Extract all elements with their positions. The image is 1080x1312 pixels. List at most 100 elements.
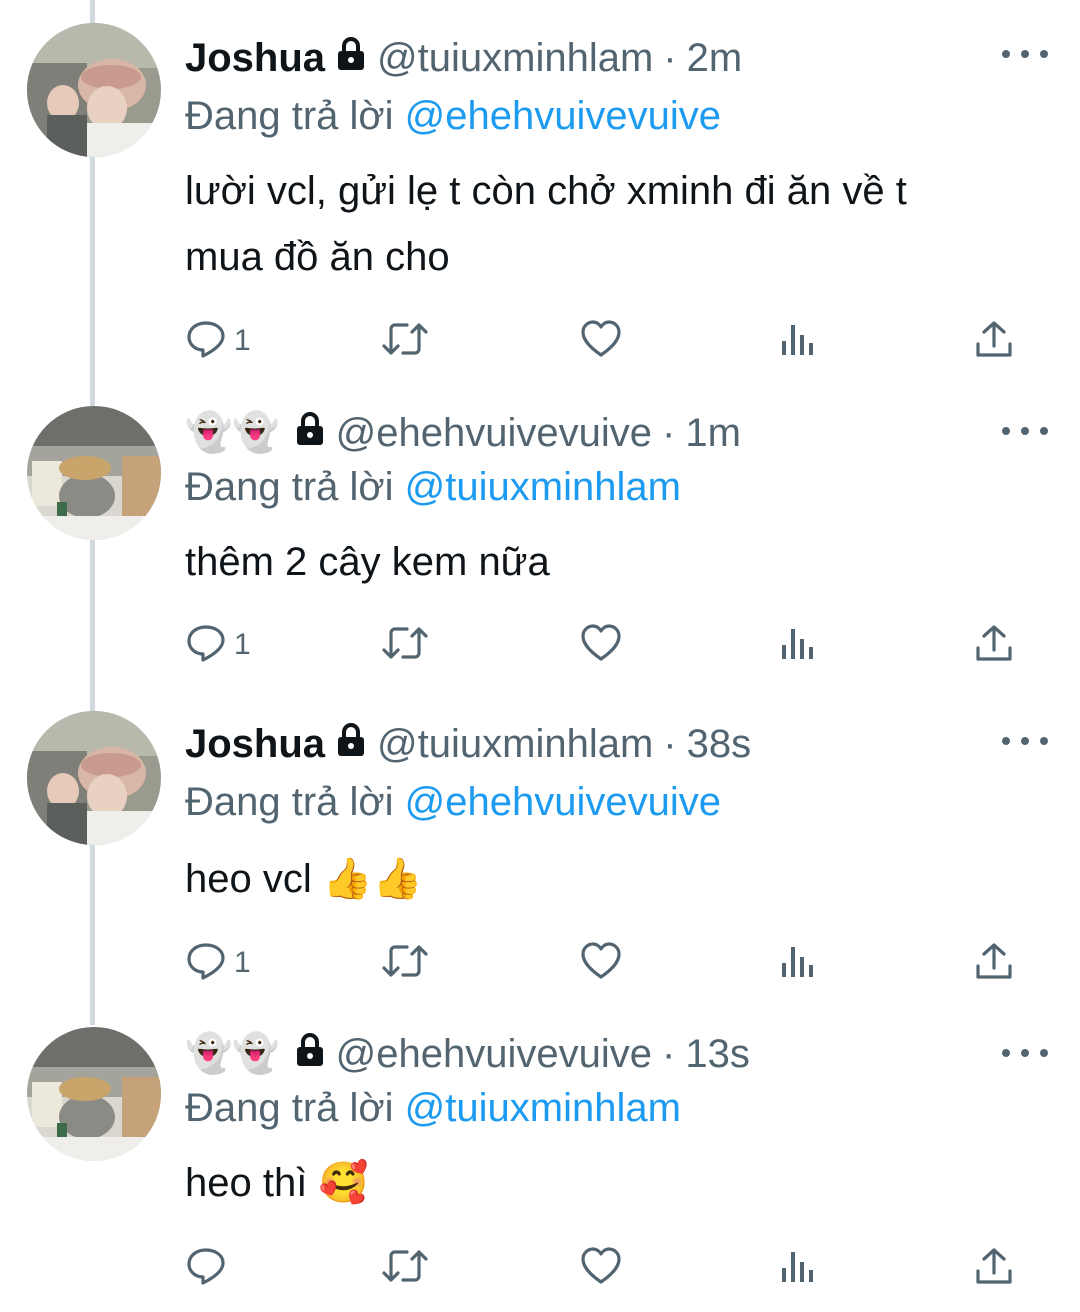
- avatar[interactable]: [27, 1027, 161, 1161]
- tweet-header: 👻👻 @ehehvuivevuive · 13s: [185, 1030, 750, 1078]
- handle[interactable]: @ehehvuivevuive: [336, 411, 652, 456]
- views-button[interactable]: [778, 938, 818, 988]
- share-icon: [974, 941, 1014, 986]
- tweet-text-line: heo thì 🥰: [185, 1161, 369, 1205]
- replying-mention[interactable]: @tuiuxminhlam: [405, 1086, 681, 1130]
- views-icon: [778, 623, 818, 668]
- more-icon[interactable]: [1002, 731, 1048, 751]
- lock-icon: [335, 36, 367, 81]
- heart-icon: [580, 623, 622, 668]
- tweet-header: Joshua @tuiuxminhlam · 2m: [185, 34, 742, 82]
- avatar[interactable]: [27, 406, 161, 540]
- share-button[interactable]: [974, 316, 1014, 366]
- display-name[interactable]: Joshua: [185, 36, 325, 81]
- tweet-text: lười vcl, gửi lẹ t còn chở xminh đi ăn v…: [185, 158, 1005, 290]
- avatar[interactable]: [27, 23, 161, 157]
- reply-button[interactable]: 1: [186, 316, 251, 366]
- replying-mention[interactable]: @ehehvuivevuive: [405, 94, 721, 138]
- handle[interactable]: @ehehvuivevuive: [336, 1032, 652, 1077]
- share-icon: [974, 623, 1014, 668]
- reply-count: 1: [234, 628, 251, 661]
- reply-button[interactable]: 1: [186, 620, 251, 670]
- lock-icon: [294, 411, 326, 456]
- retweet-button[interactable]: [382, 316, 428, 366]
- action-bar: 1: [0, 620, 1080, 670]
- more-icon[interactable]: [1002, 421, 1048, 441]
- tweet-text-line: thêm 2 cây kem nữa: [185, 540, 550, 584]
- views-button[interactable]: [778, 620, 818, 670]
- reply-icon: [186, 1246, 226, 1291]
- tweet-text: thêm 2 cây kem nữa: [185, 529, 1005, 595]
- handle[interactable]: @tuiuxminhlam: [377, 36, 653, 81]
- like-button[interactable]: [580, 316, 622, 366]
- more-icon[interactable]: [1002, 44, 1048, 64]
- replying-to: Đang trả lời @ehehvuivevuive: [185, 94, 721, 139]
- share-icon: [974, 1246, 1014, 1291]
- reply-icon: [186, 623, 226, 668]
- action-bar: 1: [0, 316, 1080, 366]
- separator-dot: ·: [663, 721, 677, 766]
- reply-count: 1: [234, 946, 251, 979]
- handle[interactable]: @tuiuxminhlam: [377, 722, 653, 767]
- tweet-text-line: heo vcl 👍👍: [185, 857, 423, 901]
- heart-icon: [580, 941, 622, 986]
- avatar[interactable]: [27, 711, 161, 845]
- like-button[interactable]: [580, 938, 622, 988]
- replying-label: Đang trả lời: [185, 465, 394, 509]
- reply-icon: [186, 941, 226, 986]
- reply-button[interactable]: [186, 1243, 234, 1293]
- views-icon: [778, 941, 818, 986]
- replying-label: Đang trả lời: [185, 94, 394, 138]
- views-button[interactable]: [778, 1243, 818, 1293]
- replying-mention[interactable]: @ehehvuivevuive: [405, 780, 721, 824]
- share-button[interactable]: [974, 620, 1014, 670]
- views-icon: [778, 1246, 818, 1291]
- timestamp[interactable]: 13s: [685, 1032, 750, 1077]
- tweet-text-line: lười vcl, gửi lẹ t còn chở xminh đi ăn v…: [185, 169, 907, 213]
- like-button[interactable]: [580, 620, 622, 670]
- tweet-text: heo thì 🥰: [185, 1150, 1005, 1216]
- retweet-button[interactable]: [382, 1243, 428, 1293]
- ghost-emoji: 👻👻: [185, 412, 280, 454]
- retweet-icon: [382, 623, 428, 668]
- replying-to: Đang trả lời @ehehvuivevuive: [185, 780, 721, 825]
- timestamp[interactable]: 38s: [687, 722, 752, 767]
- share-icon: [974, 319, 1014, 364]
- like-button[interactable]: [580, 1243, 622, 1293]
- retweet-icon: [382, 1246, 428, 1291]
- share-button[interactable]: [974, 938, 1014, 988]
- heart-icon: [580, 1246, 622, 1291]
- replying-to: Đang trả lời @tuiuxminhlam: [185, 1086, 681, 1131]
- display-name[interactable]: Joshua: [185, 722, 325, 767]
- ghost-emoji: 👻👻: [185, 1033, 280, 1075]
- retweet-icon: [382, 941, 428, 986]
- share-button[interactable]: [974, 1243, 1014, 1293]
- retweet-button[interactable]: [382, 938, 428, 988]
- separator-dot: ·: [662, 1031, 676, 1076]
- tweet-header: Joshua @tuiuxminhlam · 38s: [185, 720, 751, 768]
- tweet-text: heo vcl 👍👍: [185, 846, 1005, 912]
- separator-dot: ·: [663, 35, 677, 80]
- heart-icon: [580, 319, 622, 364]
- views-button[interactable]: [778, 316, 818, 366]
- replying-mention[interactable]: @tuiuxminhlam: [405, 465, 681, 509]
- reply-count: 1: [234, 324, 251, 357]
- reply-button[interactable]: 1: [186, 938, 251, 988]
- lock-icon: [294, 1032, 326, 1077]
- action-bar: [0, 1243, 1080, 1293]
- replying-label: Đang trả lời: [185, 1086, 394, 1130]
- replying-label: Đang trả lời: [185, 780, 394, 824]
- views-icon: [778, 319, 818, 364]
- tweet-text-line: mua đồ ăn cho: [185, 235, 450, 279]
- reply-icon: [186, 319, 226, 364]
- separator-dot: ·: [662, 410, 676, 455]
- more-icon[interactable]: [1002, 1043, 1048, 1063]
- tweet-header: 👻👻 @ehehvuivevuive · 1m: [185, 409, 741, 457]
- timestamp[interactable]: 1m: [685, 411, 741, 456]
- lock-icon: [335, 722, 367, 767]
- timestamp[interactable]: 2m: [687, 36, 743, 81]
- replying-to: Đang trả lời @tuiuxminhlam: [185, 465, 681, 510]
- action-bar: 1: [0, 938, 1080, 988]
- retweet-button[interactable]: [382, 620, 428, 670]
- retweet-icon: [382, 319, 428, 364]
